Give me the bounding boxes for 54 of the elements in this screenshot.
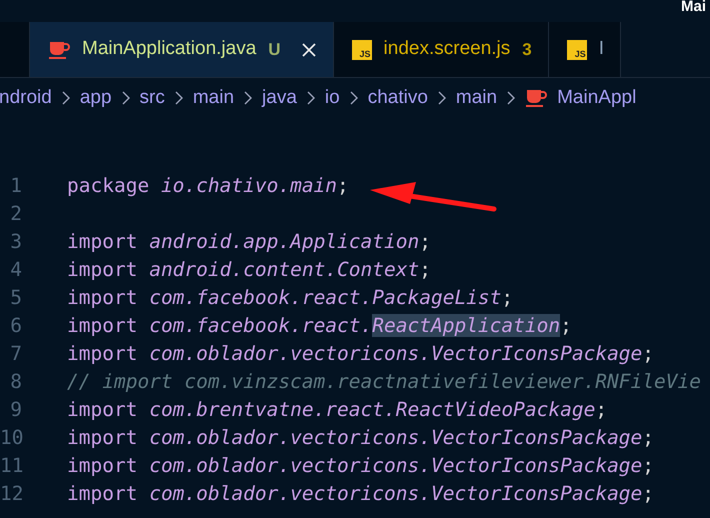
breadcrumb-item[interactable]: src bbox=[140, 84, 165, 112]
editor-tab[interactable]: MainApplication.java U bbox=[30, 22, 334, 77]
breadcrumb-item[interactable]: chativo bbox=[368, 84, 428, 112]
line-number: 1 bbox=[9, 173, 22, 200]
coffee-cup-icon bbox=[48, 40, 70, 60]
chevron-icon bbox=[306, 91, 315, 105]
chevron-icon bbox=[244, 91, 252, 105]
chevron-icon bbox=[174, 91, 183, 105]
window-title: Mai bbox=[680, 0, 706, 17]
tab-status-label: 3 bbox=[522, 38, 532, 61]
chevron-icon bbox=[438, 91, 446, 105]
line-number: 10 bbox=[0, 425, 22, 452]
line-number: 8 bbox=[9, 369, 22, 396]
code-line: import android.app.Application; bbox=[67, 229, 431, 256]
chevron-icon bbox=[62, 91, 70, 105]
tab-label: index.screen.js bbox=[384, 37, 510, 62]
code-line: import com.facebook.react.ReactApplication; bbox=[67, 313, 572, 340]
breadcrumb-item[interactable]: app bbox=[80, 84, 112, 112]
code-line: package io.chativo.main; bbox=[67, 173, 349, 200]
code-line: import android.content.Context; bbox=[67, 257, 431, 284]
line-number: 7 bbox=[9, 341, 22, 368]
breadcrumb-item[interactable]: io bbox=[324, 84, 340, 112]
chevron-icon bbox=[507, 91, 516, 105]
breadcrumb-item[interactable]: main bbox=[456, 84, 498, 112]
editor-tab[interactable]: JS I bbox=[548, 22, 622, 77]
breadcrumb-item[interactable]: MainAppl bbox=[557, 84, 636, 112]
line-number: 5 bbox=[9, 285, 22, 312]
tab-status-label: U bbox=[268, 38, 281, 61]
line-number: 2 bbox=[9, 201, 22, 228]
code-line: import com.oblador.vectoricons.VectorIconsPackage; bbox=[67, 481, 654, 508]
breadcrumb-item[interactable]: java bbox=[262, 84, 297, 112]
code-line: import com.brentvatne.react.ReactVideoPackage; bbox=[67, 397, 608, 424]
line-number: 12 bbox=[0, 481, 22, 508]
line-number: 11 bbox=[0, 453, 22, 480]
tab-label: I bbox=[598, 37, 604, 62]
js-file-icon: JS bbox=[566, 40, 587, 60]
js-file-icon: JS bbox=[352, 40, 372, 60]
breadcrumb-item[interactable]: main bbox=[192, 84, 234, 112]
editor-tab[interactable]: JS index.screen.js 3 bbox=[334, 22, 549, 77]
code-line: // import com.vinzscam.reactnativefileviewer.RNFileVie bbox=[67, 369, 701, 396]
tab-label: MainApplication.java bbox=[82, 37, 256, 62]
code-line: import com.oblador.vectoricons.VectorIconsPackage; bbox=[67, 425, 654, 452]
breadcrumb-item[interactable]: ndroid bbox=[0, 84, 52, 112]
code-line: import com.oblador.vectoricons.VectorIconsPackage; bbox=[67, 341, 654, 368]
line-number: 6 bbox=[9, 313, 22, 340]
close-icon[interactable] bbox=[300, 42, 317, 58]
line-number: 9 bbox=[9, 397, 22, 424]
line-number: 4 bbox=[9, 257, 22, 284]
code-line: import com.oblador.vectoricons.VectorIconsPackage; bbox=[67, 453, 654, 480]
code-line: import com.facebook.react.PackageList; bbox=[67, 285, 514, 312]
coffee-cup-icon bbox=[525, 88, 548, 108]
chevron-icon bbox=[350, 91, 358, 105]
chevron-icon bbox=[122, 91, 130, 105]
line-number: 3 bbox=[9, 229, 22, 256]
